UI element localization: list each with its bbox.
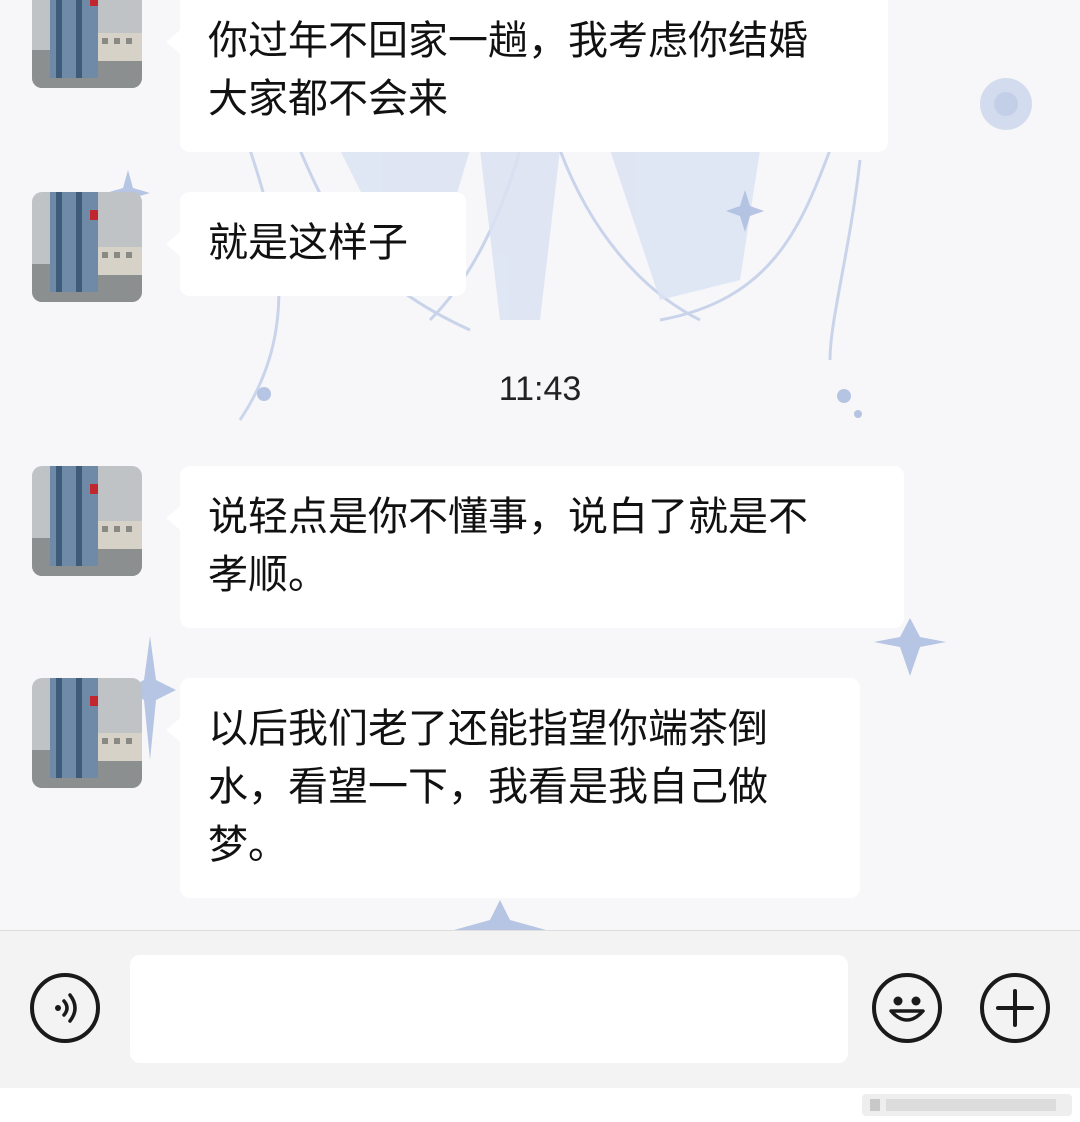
- message-input[interactable]: [130, 955, 848, 1063]
- input-bar: [0, 930, 1080, 1089]
- watermark-logo: [862, 1094, 1072, 1116]
- building-photo-icon: [32, 192, 142, 302]
- avatar[interactable]: [32, 466, 142, 576]
- emoji-icon: [889, 996, 925, 1022]
- message-bubble[interactable]: 你过年不回家一趟，我考虑你结婚 大家都不会来: [166, 0, 888, 152]
- avatar[interactable]: [32, 192, 142, 302]
- add-button[interactable]: [980, 973, 1050, 1043]
- message-text: 就是这样子: [208, 220, 408, 266]
- message-text: 以后我们老了还能指望你端茶倒: [208, 706, 768, 752]
- message-bubble[interactable]: 以后我们老了还能指望你端茶倒 水，看望一下，我看是我自己做 梦。: [166, 678, 860, 898]
- message-text: 水，看望一下，我看是我自己做: [208, 764, 768, 810]
- avatar[interactable]: [32, 0, 142, 88]
- plus-icon: [996, 989, 1034, 1027]
- building-photo-icon: [32, 0, 142, 88]
- message-text: 梦。: [208, 822, 288, 868]
- message-text: 大家都不会来: [208, 76, 448, 122]
- message-bubble[interactable]: 说轻点是你不懂事，说白了就是不 孝顺。: [166, 466, 904, 628]
- message-text: 孝顺。: [208, 552, 328, 598]
- avatar[interactable]: [32, 678, 142, 788]
- emoji-button[interactable]: [872, 973, 942, 1043]
- timestamp: 11:43: [498, 370, 582, 408]
- building-photo-icon: [32, 466, 142, 576]
- message-bubble[interactable]: 就是这样子: [166, 192, 466, 296]
- building-photo-icon: [32, 678, 142, 788]
- message-text: 你过年不回家一趟，我考虑你结婚: [208, 18, 808, 64]
- voice-button[interactable]: [30, 973, 100, 1043]
- message-text: 说轻点是你不懂事，说白了就是不: [208, 494, 808, 540]
- voice-icon: [55, 993, 77, 1023]
